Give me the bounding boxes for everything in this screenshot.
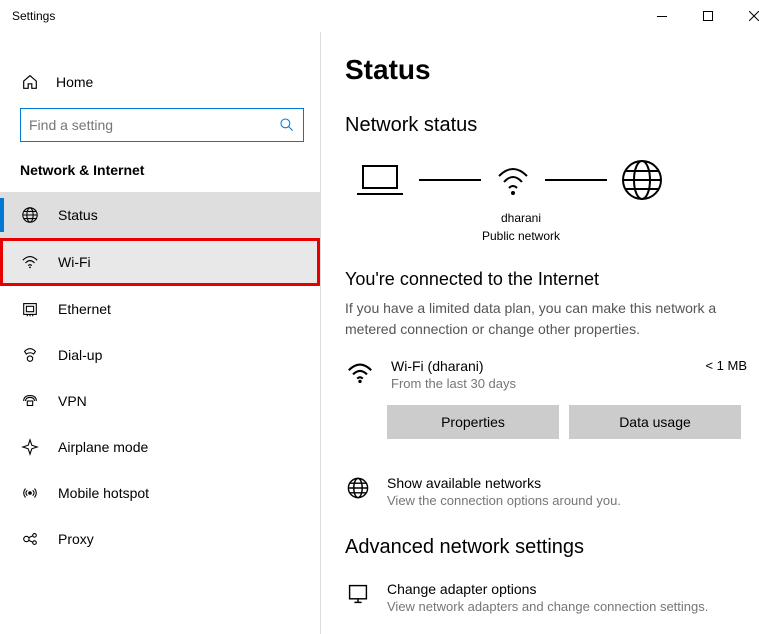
sidebar-item-label: Ethernet <box>58 301 111 317</box>
show-available-networks[interactable]: Show available networks View the connect… <box>345 475 753 508</box>
ethernet-icon <box>20 299 40 319</box>
change-adapter-options[interactable]: Change adapter options View network adap… <box>345 581 753 614</box>
diagram-line <box>419 179 481 181</box>
globe-icon <box>20 205 40 225</box>
airplane-icon <box>20 437 40 457</box>
adapter-title: Change adapter options <box>387 581 708 597</box>
available-title: Show available networks <box>387 475 621 491</box>
connected-desc: If you have a limited data plan, you can… <box>345 298 745 340</box>
network-status-title: Network status <box>345 114 753 137</box>
page-title: Status <box>345 54 753 86</box>
sidebar-item-label: Airplane mode <box>58 439 148 455</box>
maximize-button[interactable] <box>685 0 731 32</box>
category-title: Network & Internet <box>0 162 320 192</box>
close-button[interactable] <box>731 0 777 32</box>
diagram-network-type: Public network <box>461 227 581 245</box>
sidebar-item-vpn[interactable]: VPN <box>0 378 320 424</box>
properties-button[interactable]: Properties <box>387 405 559 439</box>
sidebar-item-dialup[interactable]: Dial-up <box>0 332 320 378</box>
adapter-icon <box>345 581 371 607</box>
sidebar-item-ethernet[interactable]: Ethernet <box>0 286 320 332</box>
sidebar-item-label: Mobile hotspot <box>58 485 149 501</box>
sidebar-item-wifi[interactable]: Wi-Fi <box>0 238 320 286</box>
sidebar-item-label: Wi-Fi <box>58 254 91 270</box>
data-usage-button[interactable]: Data usage <box>569 405 741 439</box>
wifi-icon <box>20 252 40 272</box>
connection-sub: From the last 30 days <box>391 376 689 391</box>
sidebar-item-hotspot[interactable]: Mobile hotspot <box>0 470 320 516</box>
window-title: Settings <box>12 9 55 23</box>
connected-title: You're connected to the Internet <box>345 269 753 290</box>
search-icon <box>279 117 295 133</box>
advanced-title: Advanced network settings <box>345 536 753 559</box>
home-nav[interactable]: Home <box>0 62 320 102</box>
hotspot-icon <box>20 483 40 503</box>
sidebar-item-label: Dial-up <box>58 347 102 363</box>
sidebar-item-proxy[interactable]: Proxy <box>0 516 320 562</box>
connection-usage: < 1 MB <box>705 358 753 373</box>
home-label: Home <box>56 74 93 90</box>
sidebar-item-status[interactable]: Status <box>0 192 320 238</box>
router-wifi-icon <box>493 160 533 200</box>
minimize-button[interactable] <box>639 0 685 32</box>
sidebar-item-airplane[interactable]: Airplane mode <box>0 424 320 470</box>
laptop-icon <box>353 160 407 200</box>
available-sub: View the connection options around you. <box>387 493 621 508</box>
vpn-icon <box>20 391 40 411</box>
search-input-wrapper[interactable] <box>20 108 304 142</box>
adapter-sub: View network adapters and change connect… <box>387 599 708 614</box>
dialup-icon <box>20 345 40 365</box>
sidebar-item-label: Status <box>58 207 98 223</box>
network-diagram <box>345 157 753 203</box>
diagram-line <box>545 179 607 181</box>
internet-globe-icon <box>619 157 665 203</box>
proxy-icon <box>20 529 40 549</box>
wifi-icon <box>345 358 375 388</box>
home-icon <box>20 72 40 92</box>
search-input[interactable] <box>29 117 279 133</box>
globe-icon <box>345 475 371 501</box>
diagram-network-name: dharani <box>461 209 581 227</box>
sidebar-item-label: Proxy <box>58 531 94 547</box>
connection-name: Wi-Fi (dharani) <box>391 358 689 374</box>
sidebar-item-label: VPN <box>58 393 87 409</box>
